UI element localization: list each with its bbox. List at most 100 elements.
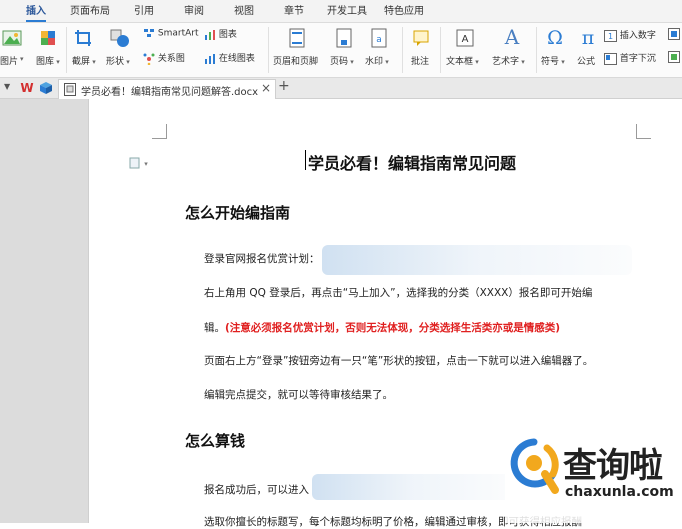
text-cursor [305, 150, 306, 170]
document-tab-bar: ▼ W 学员必看！编辑指南常见问题解答.docx × + [0, 78, 682, 99]
page-number-label: 页码 ▾ [330, 57, 354, 67]
paragraph: 登录官网报名优赏计划： [204, 253, 320, 265]
divider [402, 27, 403, 73]
divider [536, 27, 537, 73]
textbox-button[interactable]: A [455, 28, 475, 48]
overflow-button[interactable] [668, 28, 680, 40]
left-gutter [0, 99, 88, 523]
insert-number-button[interactable]: 1 插入数字 [604, 28, 656, 42]
insert-number-icon: 1 [604, 29, 617, 42]
tab-developer[interactable]: 开发工具 [327, 0, 367, 22]
tab-review[interactable]: 审阅 [184, 0, 204, 22]
header-footer-label: 页眉和页脚 [273, 57, 319, 67]
document-title: 学员必看！编辑指南常见问题 [308, 154, 517, 173]
divider [268, 27, 269, 73]
gallery-icon [41, 31, 55, 45]
watermark-icon: a [371, 28, 387, 48]
svg-text:a: a [376, 35, 382, 45]
ribbon-toolbar: 图片 ▾ 图库 ▾ 截屏 ▾ 形状 ▾ SmartArt 关系图 图表 在线图表… [0, 23, 682, 78]
blurred-redaction [322, 245, 632, 275]
svg-text:W: W [20, 81, 33, 95]
tab-view[interactable]: 视图 [234, 0, 254, 22]
paragraph: 右上角用 QQ 登录后，再点击“马上加入”，选择我的分类（XXXX）报名即可开始… [204, 287, 593, 299]
page-number-button[interactable] [336, 28, 352, 48]
relation-button[interactable]: 关系图 [143, 51, 185, 65]
divider [440, 27, 441, 73]
chart-button[interactable]: 图表 [204, 27, 237, 41]
screenshot-label: 截屏 ▾ [72, 57, 96, 67]
tab-page-layout[interactable]: 页面布局 [70, 0, 110, 22]
drop-cap-button[interactable]: 首字下沉 [604, 51, 656, 65]
relation-label: 关系图 [157, 54, 185, 64]
shape-icon [110, 29, 129, 47]
online-chart-button[interactable]: 在线图表 [204, 51, 255, 65]
comment-icon [413, 30, 429, 46]
screenshot-icon [75, 30, 91, 46]
document-file-icon [64, 83, 76, 96]
document-tab[interactable]: 学员必看！编辑指南常见问题解答.docx × [58, 79, 276, 99]
watermark-brand-cn: 查询啦 [563, 446, 663, 486]
header-footer-button[interactable] [289, 28, 305, 48]
omega-symbol-icon: Ω [547, 27, 563, 48]
collapse-arrow-icon[interactable]: ▼ [4, 82, 10, 91]
symbol-button[interactable]: Ω [544, 26, 566, 48]
tab-section[interactable]: 章节 [284, 0, 304, 22]
paragraph: 辑。(注意必须报名优赏计划，否则无法体现，分类选择生活类亦或是情感类) [204, 320, 560, 335]
paragraph-text: 辑。 [204, 322, 225, 334]
header-footer-icon [289, 28, 305, 48]
gallery-label: 图库 ▾ [36, 57, 60, 67]
svg-text:▾: ▾ [144, 160, 148, 168]
wordart-icon: A [504, 26, 520, 48]
overflow-button-2[interactable] [668, 51, 680, 63]
smartart-label: SmartArt [157, 28, 199, 39]
paragraph: 报名成功后，可以进入 [204, 484, 309, 496]
formula-label: 公式 [577, 57, 596, 67]
watermark-label: 水印 ▾ [365, 57, 389, 67]
overflow-icon [668, 28, 680, 40]
magnifier-logo-icon [510, 438, 559, 494]
picture-button[interactable] [2, 29, 22, 47]
divider [66, 27, 67, 73]
shape-label: 形状 ▾ [106, 57, 130, 67]
online-chart-label: 在线图表 [218, 54, 255, 64]
insert-number-label: 插入数字 [619, 31, 656, 41]
document-tab-title: 学员必看！编辑指南常见问题解答.docx [81, 87, 259, 98]
online-chart-icon [205, 53, 215, 64]
shape-button[interactable] [109, 28, 131, 48]
textbox-icon: A [456, 29, 474, 47]
tab-references[interactable]: 引用 [134, 0, 154, 22]
watermark-button[interactable]: a [371, 28, 387, 48]
watermark-brand-url: chaxunla.com [565, 484, 674, 500]
paragraph: 编辑完点提交，就可以等待审核结果了。 [204, 389, 393, 401]
overflow-icon [668, 51, 680, 63]
formula-button[interactable]: π [577, 26, 599, 48]
margin-corner-mark [152, 124, 167, 139]
close-tab-icon[interactable]: × [261, 81, 271, 95]
textbox-label: 文本框 ▾ [446, 57, 479, 67]
drop-cap-icon [604, 52, 617, 65]
svg-text:π: π [582, 27, 595, 48]
blurred-redaction [312, 474, 512, 500]
ribbon-tab-bar: 插入 页面布局 引用 审阅 视图 章节 开发工具 特色应用 [0, 0, 682, 23]
wps-logo-icon[interactable]: W [19, 79, 35, 99]
gallery-button[interactable] [38, 28, 58, 48]
svg-text:A: A [504, 26, 520, 48]
paragraph: 页面右上方“登录”按钮旁边有一只“笔”形状的按钮，点击一下就可以进入编辑器了。 [204, 355, 594, 367]
comment-label: 批注 [411, 57, 430, 67]
cube-app-icon[interactable] [39, 80, 53, 99]
picture-icon [2, 30, 22, 46]
svg-text:1: 1 [608, 32, 613, 41]
tab-insert[interactable]: 插入 [26, 0, 46, 22]
new-tab-icon[interactable]: + [278, 78, 290, 94]
tab-special[interactable]: 特色应用 [384, 0, 424, 22]
paste-options-icon[interactable]: ▾ [129, 154, 151, 173]
section-heading: 怎么算钱 [185, 432, 246, 450]
smartart-icon [144, 29, 154, 37]
comment-button[interactable] [412, 28, 430, 48]
wordart-button[interactable]: A [502, 26, 522, 48]
chart-icon [205, 29, 215, 40]
picture-dropdown-arrow[interactable]: ▾ [20, 54, 24, 64]
pi-formula-icon: π [582, 27, 595, 48]
smartart-button[interactable]: SmartArt [143, 27, 199, 39]
screenshot-button[interactable] [74, 28, 94, 48]
